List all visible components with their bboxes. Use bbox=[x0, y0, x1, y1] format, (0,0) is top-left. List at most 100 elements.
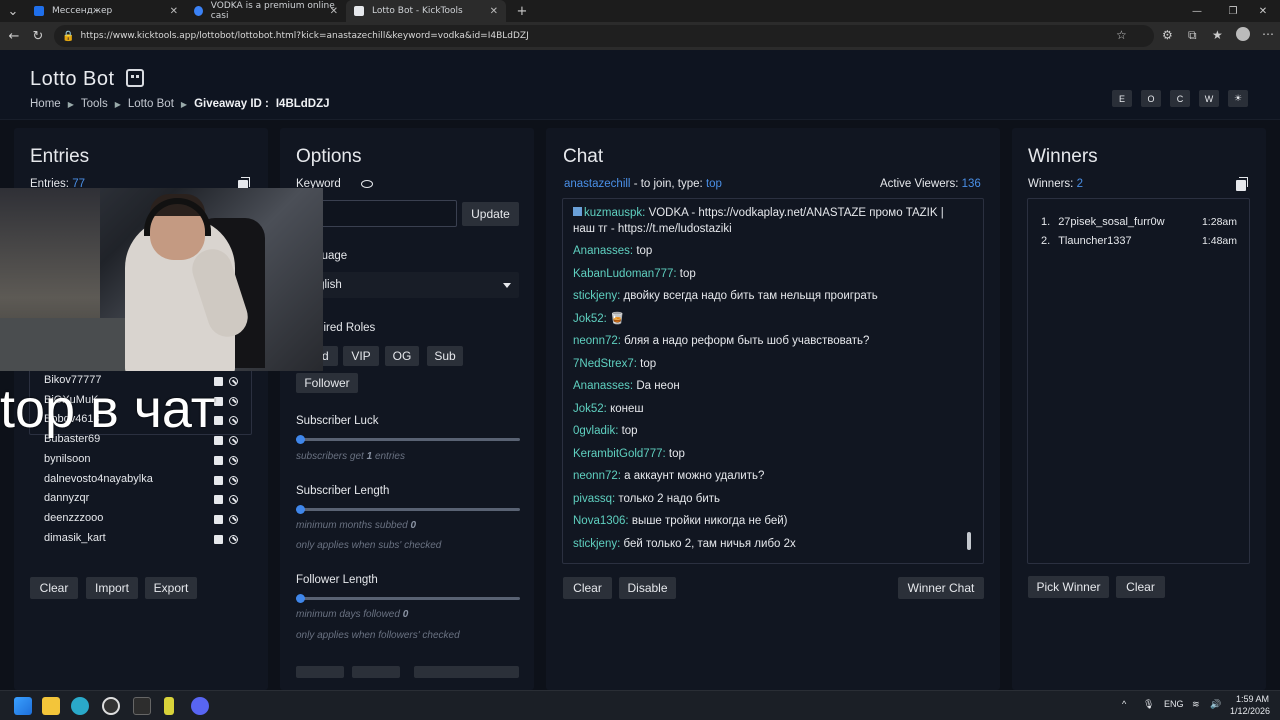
ban-icon[interactable] bbox=[229, 534, 238, 544]
remove-entry-icon[interactable] bbox=[214, 495, 223, 505]
address-bar[interactable]: 🔒 https://www.kicktools.app/lottobot/lot… bbox=[54, 25, 1154, 47]
ban-icon[interactable] bbox=[229, 377, 238, 386]
tab-lottobot[interactable]: Lotto Bot - KickTools ✕ bbox=[346, 0, 506, 22]
wifi-icon[interactable]: ≋ bbox=[1192, 699, 1200, 710]
windows-start-icon[interactable] bbox=[14, 697, 32, 715]
terminal-icon[interactable] bbox=[133, 697, 151, 715]
copy-icon[interactable] bbox=[1236, 177, 1248, 191]
back-icon[interactable]: ← bbox=[2, 29, 26, 44]
chat-nick[interactable]: stickjeny: bbox=[573, 538, 620, 550]
entries-export-button[interactable]: Export bbox=[145, 577, 197, 599]
clock-date[interactable]: 1/12/2026 bbox=[1230, 706, 1270, 716]
chat-clear-button[interactable]: Clear bbox=[563, 577, 612, 599]
ban-icon[interactable] bbox=[229, 475, 238, 485]
options-bottom-button[interactable] bbox=[296, 666, 344, 678]
remove-entry-icon[interactable] bbox=[214, 534, 223, 544]
channel-name[interactable]: anastazechill bbox=[564, 178, 630, 190]
remove-entry-icon[interactable] bbox=[214, 436, 223, 446]
new-tab-icon[interactable]: + bbox=[510, 4, 534, 19]
remove-entry-icon[interactable] bbox=[214, 514, 223, 524]
close-icon[interactable]: ✕ bbox=[490, 6, 498, 17]
file-explorer-icon[interactable] bbox=[42, 697, 60, 715]
language-indicator[interactable]: ENG bbox=[1164, 699, 1184, 709]
role-og-chip[interactable]: OG bbox=[385, 346, 419, 366]
chat-nick[interactable]: neonn72: bbox=[573, 335, 621, 347]
role-follower-chip[interactable]: Follower bbox=[296, 373, 358, 393]
slider-thumb[interactable] bbox=[296, 505, 305, 514]
chat-nick[interactable]: Jok52: bbox=[573, 313, 607, 325]
favorite-icon[interactable]: ☆ bbox=[1116, 28, 1127, 42]
winner-chat-button[interactable]: Winner Chat bbox=[898, 577, 984, 599]
chevron-up-icon[interactable]: ^ bbox=[1122, 699, 1126, 709]
role-vip-chip[interactable]: VIP bbox=[343, 346, 379, 366]
theme-toggle-button[interactable]: ☀ bbox=[1228, 90, 1248, 107]
chat-nick[interactable]: stickjeny: bbox=[573, 290, 620, 302]
winner-row[interactable]: 1. 27pisek_sosal_furr0w 1:28am bbox=[1041, 216, 1237, 228]
chat-disable-button[interactable]: Disable bbox=[619, 577, 676, 599]
chat-nick[interactable]: Ananasses: bbox=[573, 245, 633, 257]
remove-entry-icon[interactable] bbox=[214, 455, 223, 465]
chat-nick[interactable]: pivassq: bbox=[573, 493, 615, 505]
refresh-icon[interactable]: ↻ bbox=[26, 29, 50, 44]
breadcrumb-home[interactable]: Home bbox=[30, 98, 61, 110]
minimize-icon[interactable]: — bbox=[1180, 0, 1214, 22]
app-icon[interactable] bbox=[164, 697, 174, 715]
edge-icon[interactable] bbox=[71, 697, 89, 715]
entries-import-button[interactable]: Import bbox=[86, 577, 138, 599]
tab-vodka[interactable]: VODKA is a premium online casi ✕ bbox=[186, 0, 346, 22]
chat-nick[interactable]: Jok52: bbox=[573, 403, 607, 415]
remove-entry-icon[interactable] bbox=[214, 475, 223, 485]
slider-thumb[interactable] bbox=[296, 594, 305, 603]
options-bottom-button[interactable] bbox=[414, 666, 519, 678]
microphone-icon[interactable]: 🎙 bbox=[1143, 699, 1154, 710]
window-close-icon[interactable]: ✕ bbox=[1246, 0, 1280, 22]
tab-list-icon[interactable]: ⌄ bbox=[0, 4, 26, 19]
discord-icon[interactable] bbox=[191, 697, 209, 715]
menu-icon[interactable]: ⋯ bbox=[1262, 27, 1274, 41]
winner-row[interactable]: 2. Tlauncher1337 1:48am bbox=[1041, 235, 1237, 247]
ban-icon[interactable] bbox=[229, 396, 238, 406]
ban-icon[interactable] bbox=[229, 514, 238, 524]
eye-icon[interactable] bbox=[361, 180, 373, 188]
favorites-icon[interactable]: ★ bbox=[1212, 28, 1223, 42]
role-sub-chip[interactable]: Sub bbox=[427, 346, 463, 366]
maximize-icon[interactable]: ❐ bbox=[1216, 0, 1250, 22]
slider-thumb[interactable] bbox=[296, 435, 305, 444]
chat-nick[interactable]: kuzmauspk: bbox=[584, 207, 645, 219]
chat-box[interactable]: kuzmauspk: VODKA - https://vodkaplay.net… bbox=[562, 198, 984, 564]
chat-nick[interactable]: neonn72: bbox=[573, 470, 621, 482]
chat-nick[interactable]: Nova1306: bbox=[573, 515, 629, 527]
obs-icon[interactable] bbox=[102, 697, 120, 715]
winners-toggle-button[interactable]: W bbox=[1199, 90, 1219, 107]
chat-nick[interactable]: KabanLudoman777: bbox=[573, 268, 677, 280]
breadcrumb-tools[interactable]: Tools bbox=[81, 98, 108, 110]
close-icon[interactable]: ✕ bbox=[170, 6, 178, 17]
tab-messenger[interactable]: Мессенджер ✕ bbox=[26, 0, 186, 22]
sub-length-slider[interactable] bbox=[296, 505, 520, 514]
chat-nick[interactable]: 0gvladik: bbox=[573, 425, 618, 437]
options-bottom-button[interactable] bbox=[352, 666, 400, 678]
entries-clear-button[interactable]: Clear bbox=[30, 577, 78, 599]
chat-text: а аккаунт можно удалить? bbox=[624, 470, 765, 482]
extensions-icon[interactable]: ⚙ bbox=[1162, 28, 1173, 42]
sub-luck-slider[interactable] bbox=[296, 435, 520, 444]
pick-winner-button[interactable]: Pick Winner bbox=[1028, 576, 1109, 598]
winners-clear-button[interactable]: Clear bbox=[1116, 576, 1165, 598]
chat-toggle-button[interactable]: C bbox=[1170, 90, 1190, 107]
clock-time[interactable]: 1:59 AM bbox=[1236, 694, 1269, 704]
split-icon[interactable]: ⧉ bbox=[1188, 28, 1197, 43]
chat-nick[interactable]: Ananasses: bbox=[573, 380, 633, 392]
follower-length-slider[interactable] bbox=[296, 594, 520, 603]
volume-icon[interactable]: 🔊 bbox=[1210, 699, 1221, 710]
chat-nick[interactable]: KerambitGold777: bbox=[573, 448, 666, 460]
breadcrumb-lottobot[interactable]: Lotto Bot bbox=[128, 98, 174, 110]
language-select[interactable]: English bbox=[296, 272, 519, 298]
chat-scrollbar[interactable] bbox=[967, 532, 971, 550]
update-button[interactable]: Update bbox=[462, 202, 519, 226]
profile-icon[interactable] bbox=[1236, 27, 1250, 41]
ban-icon[interactable] bbox=[229, 455, 238, 465]
close-icon[interactable]: ✕ bbox=[330, 6, 338, 17]
options-toggle-button[interactable]: O bbox=[1141, 90, 1161, 107]
entries-toggle-button[interactable]: E bbox=[1112, 90, 1132, 107]
chat-nick[interactable]: 7NedStrex7: bbox=[573, 358, 637, 370]
